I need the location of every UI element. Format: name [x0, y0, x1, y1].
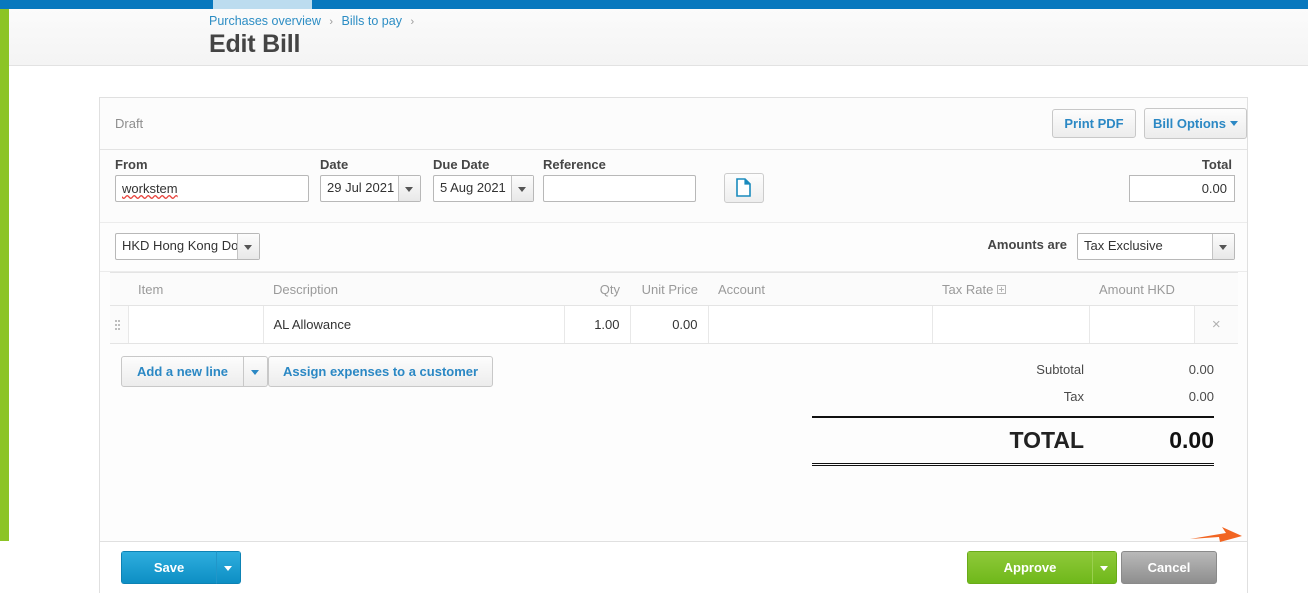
- add-new-line-dropdown-toggle[interactable]: [244, 356, 269, 387]
- attach-document-button[interactable]: [724, 173, 764, 203]
- currency-value: HKD Hong Kong Dollar: [122, 238, 256, 253]
- approve-button[interactable]: Approve: [967, 551, 1092, 584]
- table-row: AL Allowance 1.00 0.00 ×: [110, 305, 1238, 344]
- page-title: Edit Bill: [209, 30, 301, 58]
- currency-row: HKD Hong Kong Dollar Amounts are Tax Exc…: [100, 223, 1247, 272]
- from-label: From: [115, 157, 148, 172]
- total-label: Total: [1201, 157, 1232, 172]
- line-items-table: Item Description Qty Unit Price Account …: [110, 272, 1238, 344]
- cell-description[interactable]: AL Allowance: [263, 305, 565, 344]
- form-footer: Save Approve Cancel: [99, 541, 1248, 593]
- row-drag-handle[interactable]: [110, 305, 129, 344]
- print-pdf-button[interactable]: Print PDF: [1052, 109, 1136, 138]
- assign-expenses-button[interactable]: Assign expenses to a customer: [268, 356, 494, 387]
- expand-box-icon[interactable]: [997, 284, 1007, 294]
- cell-unit-price[interactable]: 0.00: [630, 305, 709, 344]
- chevron-down-icon: [1229, 121, 1238, 126]
- th-item: Item: [128, 272, 263, 306]
- due-date-picker-toggle[interactable]: [511, 176, 533, 201]
- add-new-line-button[interactable]: Add a new line: [121, 356, 245, 387]
- from-input[interactable]: workstem: [115, 175, 309, 202]
- reference-label: Reference: [543, 157, 606, 172]
- status-badge: Draft: [115, 116, 144, 131]
- page-header: Purchases overview › Bills to pay › Edit…: [9, 9, 1308, 66]
- currency-select[interactable]: HKD Hong Kong Dollar: [115, 233, 260, 260]
- th-actions: [1194, 272, 1238, 306]
- th-account: Account: [708, 272, 932, 306]
- breadcrumb-separator: ›: [329, 16, 334, 28]
- total-amount-input[interactable]: 0.00: [1129, 175, 1235, 202]
- due-date-label: Due Date: [433, 157, 490, 172]
- table-header-row: Item Description Qty Unit Price Account …: [110, 272, 1238, 306]
- th-drag: [110, 272, 128, 306]
- save-dropdown-toggle[interactable]: [216, 551, 241, 584]
- tax-label: Tax: [1063, 389, 1084, 404]
- grand-total-row: TOTAL 0.00: [812, 416, 1214, 466]
- th-amount: Amount HKD: [1089, 272, 1194, 306]
- date-input[interactable]: 29 Jul 2021: [320, 175, 421, 202]
- th-tax-rate: Tax Rate: [932, 272, 1089, 306]
- totals-block: Subtotal 0.00 Tax 0.00 TOTAL 0.00: [812, 356, 1214, 466]
- currency-dropdown-toggle[interactable]: [237, 234, 259, 259]
- date-picker-toggle[interactable]: [398, 176, 420, 201]
- breadcrumb-separator-2: ›: [410, 16, 415, 28]
- reference-input[interactable]: [543, 175, 696, 202]
- from-value: workstem: [122, 181, 178, 196]
- tax-row: Tax 0.00: [812, 383, 1214, 410]
- bill-fields-row: From workstem Date 29 Jul 2021 Due Date …: [100, 150, 1247, 223]
- grand-total-label: TOTAL: [1009, 427, 1084, 453]
- bill-options-button[interactable]: Bill Options: [1144, 108, 1247, 139]
- cell-qty[interactable]: 1.00: [564, 305, 631, 344]
- amounts-are-select[interactable]: Tax Exclusive: [1077, 233, 1235, 260]
- th-tax-rate-label: Tax Rate: [942, 281, 994, 297]
- subtotal-row: Subtotal 0.00: [812, 356, 1214, 383]
- bill-options-label: Bill Options: [1153, 116, 1226, 131]
- date-label: Date: [320, 157, 349, 172]
- cell-tax-rate[interactable]: [932, 305, 1090, 344]
- page-canvas: Draft Print PDF Bill Options From workst…: [9, 66, 1308, 593]
- breadcrumb-item-bills-to-pay[interactable]: Bills to pay: [342, 14, 402, 28]
- th-qty: Qty: [564, 272, 630, 306]
- amounts-are-label: Amounts are: [987, 237, 1067, 252]
- document-icon: [736, 178, 751, 197]
- due-date-input[interactable]: 5 Aug 2021: [433, 175, 534, 202]
- add-new-line-button-group[interactable]: Add a new line: [121, 356, 269, 387]
- approve-dropdown-toggle[interactable]: [1092, 551, 1117, 584]
- save-button[interactable]: Save: [121, 551, 216, 584]
- subtotal-value: 0.00: [1188, 362, 1214, 377]
- date-value: 29 Jul 2021: [327, 180, 395, 195]
- amounts-are-value: Tax Exclusive: [1084, 238, 1163, 253]
- approve-button-group[interactable]: Approve: [967, 551, 1117, 584]
- breadcrumb: Purchases overview › Bills to pay ›: [209, 14, 419, 28]
- cell-amount[interactable]: [1089, 305, 1195, 344]
- tax-value: 0.00: [1188, 389, 1214, 404]
- due-date-value: 5 Aug 2021: [440, 180, 506, 195]
- close-icon[interactable]: ×: [1212, 316, 1221, 333]
- bill-card: Draft Print PDF Bill Options From workst…: [99, 97, 1248, 541]
- subtotal-label: Subtotal: [1036, 362, 1084, 377]
- app-top-bar: [0, 0, 1308, 9]
- save-button-group[interactable]: Save: [121, 551, 241, 584]
- active-tab-indicator[interactable]: [213, 0, 312, 9]
- cell-remove[interactable]: ×: [1194, 305, 1238, 344]
- cell-account[interactable]: [708, 305, 933, 344]
- grand-total-value: 0.00: [1169, 427, 1214, 453]
- amounts-are-dropdown-toggle[interactable]: [1212, 234, 1234, 259]
- left-accent-rail: [0, 9, 9, 541]
- th-unit-price: Unit Price: [630, 272, 708, 306]
- cancel-button[interactable]: Cancel: [1121, 551, 1217, 584]
- drag-handle-icon: [115, 320, 122, 330]
- card-status-strip: Draft Print PDF Bill Options: [100, 98, 1247, 150]
- th-description: Description: [263, 272, 564, 306]
- breadcrumb-item-purchases-overview[interactable]: Purchases overview: [209, 14, 321, 28]
- cell-item[interactable]: [128, 305, 264, 344]
